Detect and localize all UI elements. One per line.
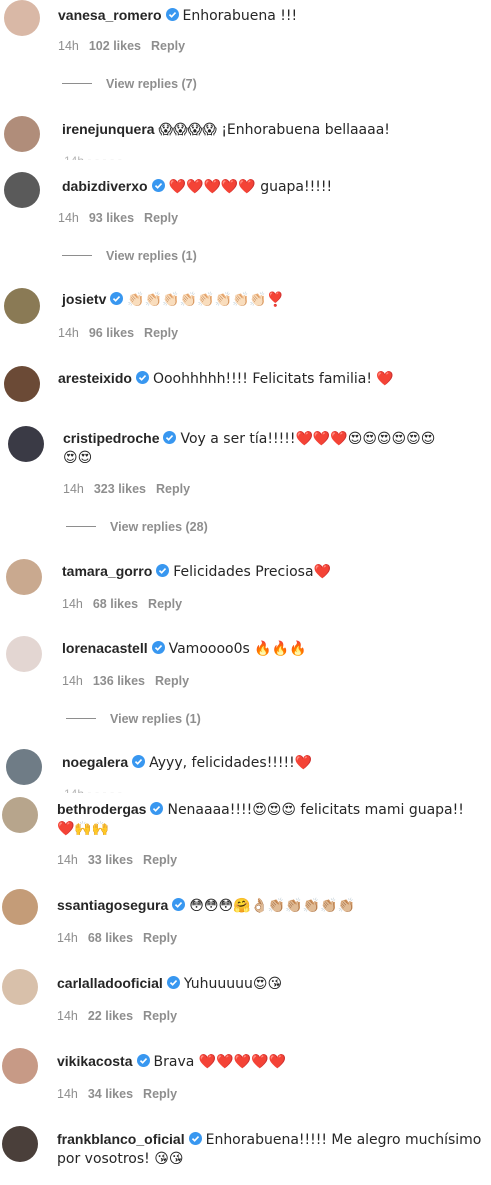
timestamp: 14h xyxy=(62,674,83,688)
username[interactable]: bethrodergas xyxy=(57,801,146,817)
username[interactable]: vanesa_romero xyxy=(58,7,162,23)
timestamp: 14h xyxy=(58,326,79,340)
reply-button[interactable]: Reply xyxy=(156,482,190,496)
avatar[interactable] xyxy=(2,797,38,833)
avatar[interactable] xyxy=(2,1048,38,1084)
avatar[interactable] xyxy=(2,889,38,925)
timestamp: 14h xyxy=(63,482,84,496)
username[interactable]: irenejunquera xyxy=(62,121,155,137)
likes-count[interactable]: 323 likes xyxy=(94,482,146,496)
avatar[interactable] xyxy=(4,0,40,36)
timestamp: 14h xyxy=(58,39,79,53)
truncated-meta: 14h ▪ ▪ ▪ ▪ ▪ xyxy=(64,787,184,793)
comment-text: Brava ❤️❤️❤️❤️❤️ xyxy=(153,1054,286,1070)
view-replies-button[interactable]: View replies (1) xyxy=(66,712,201,726)
comment-text: Enhorabuena!!!!! Me alegro muchísimo xyxy=(205,1132,482,1148)
likes-count[interactable]: 102 likes xyxy=(89,39,141,53)
likes-count[interactable]: 96 likes xyxy=(89,326,134,340)
likes-count[interactable]: 136 likes xyxy=(93,674,145,688)
verified-badge-icon xyxy=(151,641,165,654)
likes-count[interactable]: 68 likes xyxy=(88,931,133,945)
avatar[interactable] xyxy=(4,172,40,208)
avatar[interactable] xyxy=(4,116,40,152)
verified-badge-icon xyxy=(135,371,149,384)
avatar[interactable] xyxy=(6,636,42,672)
username[interactable]: aresteixido xyxy=(58,370,132,386)
timestamp: 14h xyxy=(57,931,78,945)
verified-badge-icon xyxy=(136,1054,150,1067)
view-replies-button[interactable]: View replies (1) xyxy=(62,249,197,263)
username[interactable]: vikikacosta xyxy=(57,1053,133,1069)
verified-badge-icon xyxy=(132,755,146,768)
comment-text: 😳😳😳🤗👌🏼👏🏼👏🏼👏🏼👏🏼👏🏼 xyxy=(189,898,356,914)
verified-badge-icon xyxy=(172,898,186,911)
truncated-meta: 14h ▪ ▪ ▪ ▪ ▪ xyxy=(64,154,184,160)
avatar[interactable] xyxy=(4,366,40,402)
verified-badge-icon xyxy=(156,564,170,577)
reply-button[interactable]: Reply xyxy=(143,1087,177,1101)
divider xyxy=(62,255,92,256)
comment-text: Ooohhhhh!!!! Felicitats familia! ❤️ xyxy=(152,371,394,387)
comment-text: Ayyy, felicidades!!!!!❤️ xyxy=(149,755,313,771)
comment-text: ❤️❤️❤️❤️❤️ guapa!!!!! xyxy=(168,179,333,195)
likes-count[interactable]: 68 likes xyxy=(93,597,138,611)
verified-badge-icon xyxy=(188,1132,202,1145)
divider xyxy=(66,526,96,527)
reply-button[interactable]: Reply xyxy=(143,853,177,867)
avatar[interactable] xyxy=(4,288,40,324)
verified-badge-icon xyxy=(163,431,177,444)
timestamp: 14h xyxy=(57,853,78,867)
reply-button[interactable]: Reply xyxy=(148,597,182,611)
verified-badge-icon xyxy=(166,976,180,989)
likes-count[interactable]: 22 likes xyxy=(88,1009,133,1023)
username[interactable]: tamara_gorro xyxy=(62,563,152,579)
timestamp: 14h xyxy=(62,597,83,611)
avatar[interactable] xyxy=(8,426,44,462)
reply-button[interactable]: Reply xyxy=(144,326,178,340)
avatar[interactable] xyxy=(2,969,38,1005)
comment-text: Felicidades Preciosa❤️ xyxy=(173,564,331,580)
comment-text: Yuhuuuuu😍😘 xyxy=(183,976,283,992)
avatar[interactable] xyxy=(6,559,42,595)
comment-text-continued: 😍😍 xyxy=(63,450,93,466)
timestamp: 14h xyxy=(57,1087,78,1101)
timestamp: 14h xyxy=(58,211,79,225)
username[interactable]: noegalera xyxy=(62,754,128,770)
username[interactable]: dabizdiverxo xyxy=(62,178,148,194)
username[interactable]: frankblanco_oficial xyxy=(57,1131,185,1147)
likes-count[interactable]: 33 likes xyxy=(88,853,133,867)
avatar[interactable] xyxy=(6,749,42,785)
verified-badge-icon xyxy=(151,179,165,192)
username[interactable]: ssantiagosegura xyxy=(57,897,168,913)
comment-text: 😱😱😱😱 ¡Enhorabuena bellaaaa! xyxy=(158,122,390,138)
verified-badge-icon xyxy=(165,8,179,21)
verified-badge-icon xyxy=(110,292,124,305)
reply-button[interactable]: Reply xyxy=(143,1009,177,1023)
likes-count[interactable]: 93 likes xyxy=(89,211,134,225)
comment-text-continued: ❤️🙌🙌 xyxy=(57,821,110,837)
reply-button[interactable]: Reply xyxy=(151,39,185,53)
reply-button[interactable]: Reply xyxy=(144,211,178,225)
reply-button[interactable]: Reply xyxy=(155,674,189,688)
divider xyxy=(62,83,92,84)
avatar[interactable] xyxy=(2,1126,38,1162)
comment-text: Nenaaaa!!!!😍😍😍 felicitats mami guapa!! xyxy=(167,802,464,818)
username[interactable]: cristipedroche xyxy=(63,430,159,446)
divider xyxy=(66,718,96,719)
comment-text: Voy a ser tía!!!!!❤️❤️❤️😍😍😍😍😍😍 xyxy=(180,431,436,447)
username[interactable]: josietv xyxy=(62,291,106,307)
comment-text: Enhorabuena !!! xyxy=(182,8,298,24)
comment-text: Vamoooo0s 🔥🔥🔥 xyxy=(168,641,307,657)
comment-text-continued: por vosotros! 😘😘 xyxy=(57,1151,184,1167)
view-replies-button[interactable]: View replies (28) xyxy=(66,520,208,534)
verified-badge-icon xyxy=(150,802,164,815)
view-replies-button[interactable]: View replies (7) xyxy=(62,77,197,91)
username[interactable]: carlalladooficial xyxy=(57,975,163,991)
timestamp: 14h xyxy=(57,1009,78,1023)
comment-text: 👏🏻👏🏻👏🏻👏🏻👏🏻👏🏻👏🏻👏🏻❣️ xyxy=(127,292,285,308)
reply-button[interactable]: Reply xyxy=(143,931,177,945)
likes-count[interactable]: 34 likes xyxy=(88,1087,133,1101)
username[interactable]: lorenacastell xyxy=(62,640,148,656)
